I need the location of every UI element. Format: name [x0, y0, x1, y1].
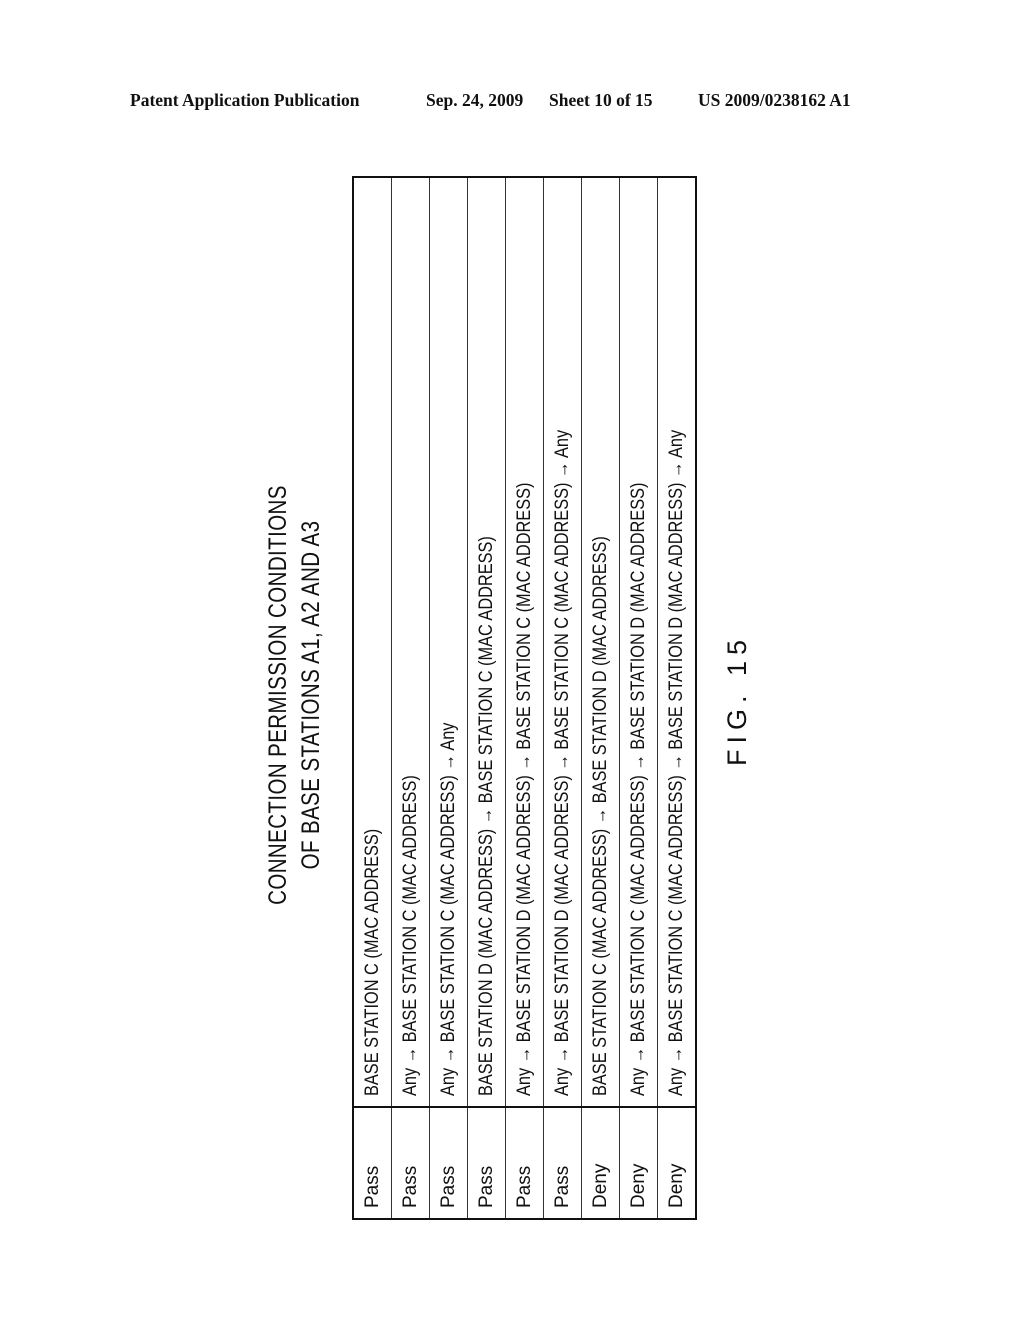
rule-condition: Any → BASE STATION C (MAC ADDRESS) → BAS… [657, 177, 696, 1107]
sheet-number: Sheet 10 of 15 [549, 90, 653, 110]
table-row: Pass BASE STATION C (MAC ADDRESS) [353, 177, 392, 1219]
rule-condition-text: BASE STATION C (MAC ADDRESS) [361, 828, 383, 1096]
table-row: Deny BASE STATION C (MAC ADDRESS) → BASE… [581, 177, 620, 1219]
rule-condition: Any → BASE STATION C (MAC ADDRESS) → Any [429, 177, 468, 1107]
table-row: Pass BASE STATION D (MAC ADDRESS) → BASE… [467, 177, 506, 1219]
rule-condition-text: BASE STATION C (MAC ADDRESS) → BASE STAT… [589, 536, 611, 1096]
rule-condition: Any → BASE STATION D (MAC ADDRESS) → BAS… [543, 177, 582, 1107]
rule-condition-text: BASE STATION D (MAC ADDRESS) → BASE STAT… [475, 536, 497, 1096]
rule-condition: BASE STATION D (MAC ADDRESS) → BASE STAT… [467, 177, 506, 1107]
rule-condition: Any → BASE STATION D (MAC ADDRESS) → BAS… [505, 177, 544, 1107]
permission-table-container: Pass BASE STATION C (MAC ADDRESS) Pass A… [352, 176, 697, 1220]
rule-action: Deny [657, 1107, 696, 1219]
rule-action: Pass [353, 1107, 392, 1219]
rule-condition-text: Any → BASE STATION D (MAC ADDRESS) → BAS… [513, 482, 535, 1096]
rule-action: Pass [543, 1107, 582, 1219]
figure-title: CONNECTION PERMISSION CONDITIONS OF BASE… [262, 482, 332, 908]
publication-date: Sep. 24, 2009 [426, 90, 524, 110]
rule-action: Pass [505, 1107, 544, 1219]
figure-title-line-2: OF BASE STATIONS A1, A2 AND A3 [297, 520, 325, 870]
rule-condition: Any → BASE STATION C (MAC ADDRESS) → BAS… [619, 177, 658, 1107]
patent-number: US 2009/0238162 A1 [698, 90, 851, 110]
permission-conditions-table: Pass BASE STATION C (MAC ADDRESS) Pass A… [352, 176, 697, 1220]
table-row: Pass Any → BASE STATION C (MAC ADDRESS) … [429, 177, 468, 1219]
table-row: Deny Any → BASE STATION C (MAC ADDRESS) … [619, 177, 658, 1219]
rule-condition: BASE STATION C (MAC ADDRESS) → BASE STAT… [581, 177, 620, 1107]
rule-action: Deny [619, 1107, 658, 1219]
figure-title-line-1: CONNECTION PERMISSION CONDITIONS [264, 485, 292, 905]
rule-condition: Any → BASE STATION C (MAC ADDRESS) [391, 177, 430, 1107]
rule-condition-text: Any → BASE STATION C (MAC ADDRESS) → Any [437, 722, 459, 1096]
rule-action: Deny [581, 1107, 620, 1219]
table-row: Pass Any → BASE STATION D (MAC ADDRESS) … [543, 177, 582, 1219]
publication-type: Patent Application Publication [130, 90, 360, 110]
page-header: Patent Application Publication Sep. 24, … [130, 90, 890, 114]
rule-action: Pass [429, 1107, 468, 1219]
rule-condition-text: Any → BASE STATION C (MAC ADDRESS) [399, 775, 421, 1096]
rule-action: Pass [467, 1107, 506, 1219]
rule-condition-text: Any → BASE STATION D (MAC ADDRESS) → BAS… [551, 429, 573, 1096]
table-row: Deny Any → BASE STATION C (MAC ADDRESS) … [657, 177, 696, 1219]
rule-action: Pass [391, 1107, 430, 1219]
rule-condition-text: Any → BASE STATION C (MAC ADDRESS) → BAS… [627, 482, 649, 1096]
rule-condition: BASE STATION C (MAC ADDRESS) [353, 177, 392, 1107]
table-row: Pass Any → BASE STATION C (MAC ADDRESS) [391, 177, 430, 1219]
rule-condition-text: Any → BASE STATION C (MAC ADDRESS) → BAS… [665, 429, 687, 1096]
table-row: Pass Any → BASE STATION D (MAC ADDRESS) … [505, 177, 544, 1219]
figure-label: FIG. 15 [722, 633, 752, 767]
